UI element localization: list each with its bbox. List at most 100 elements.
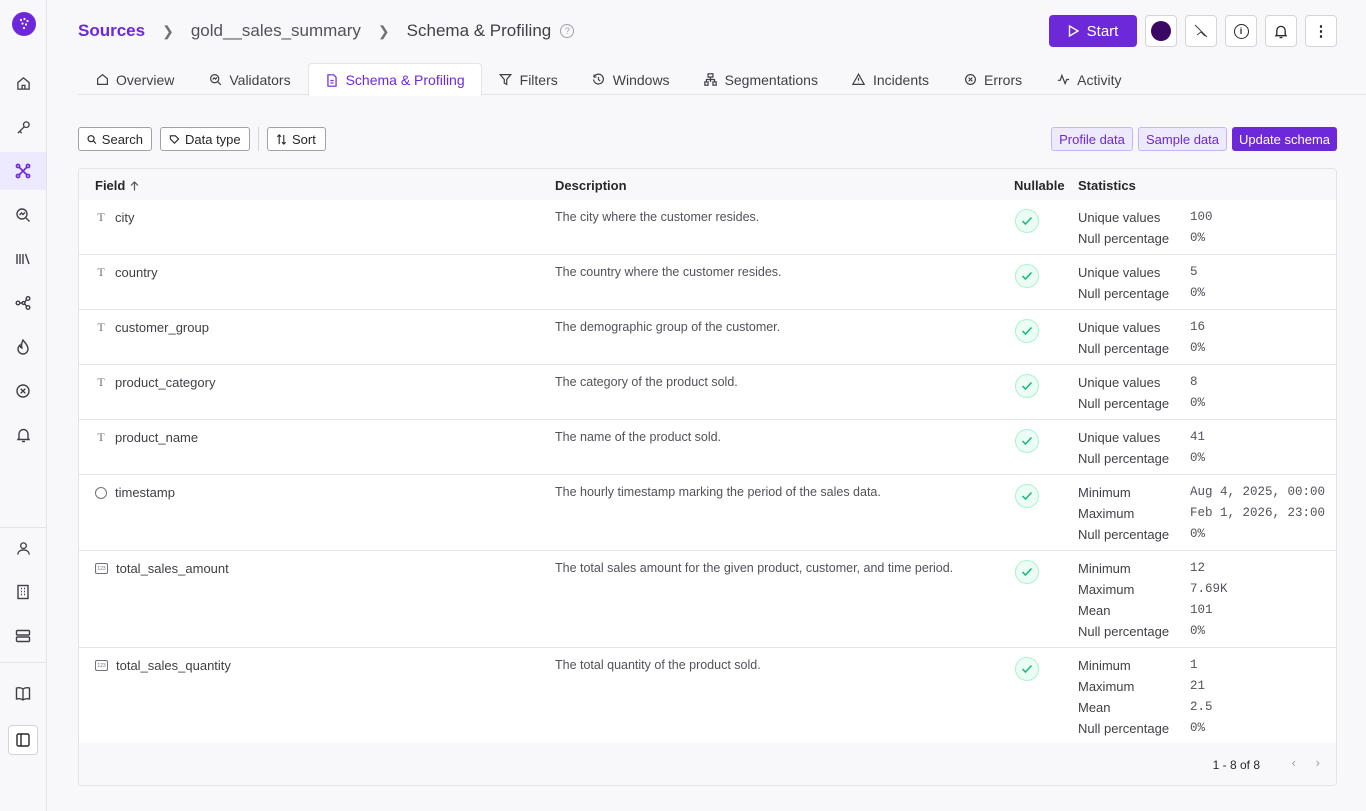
field-name: product_category [115,375,216,390]
search-button[interactable]: Search [78,127,152,151]
tab-windows[interactable]: Windows [575,63,687,95]
table-row[interactable]: Tcountry The country where the customer r… [79,255,1336,310]
tab-errors[interactable]: Errors [946,63,1039,95]
string-type-icon: T [97,430,105,444]
field-description: The city where the customer resides. [555,210,760,224]
table-header: Field Description Nullable Statistics [79,169,1336,201]
field-description: The hourly timestamp marking the period … [555,485,881,499]
validator-search-icon[interactable] [0,196,46,234]
start-button[interactable]: Start [1049,15,1137,47]
sidebar-toggle-icon[interactable] [8,725,38,755]
next-page-icon[interactable]: › [1316,755,1320,770]
table-row[interactable]: Tcity The city where the customer resides… [79,200,1336,255]
tab-overview[interactable]: Overview [78,63,191,95]
stat-value: 8 [1190,375,1198,389]
string-type-icon: T [97,375,105,389]
document-icon [325,73,339,87]
tab-incidents[interactable]: Incidents [835,63,946,95]
stat-label: Null percentage [1078,451,1170,466]
flame-icon[interactable] [0,328,46,366]
breadcrumb-source-link[interactable]: gold__sales_summary [191,21,361,41]
nullable-check-icon [1015,429,1039,453]
breadcrumb-sources-link[interactable]: Sources [78,21,145,41]
sample-data-button[interactable]: Sample data [1138,127,1227,151]
stat-value: 0% [1190,451,1206,465]
field-cell: 123 total_sales_quantity [95,658,231,673]
field-column-header[interactable]: Field [95,178,139,193]
nullable-check-icon [1015,484,1039,508]
tab-label: Filters [519,71,558,88]
table-row[interactable]: 123 total_sales_amount The total sales amo… [79,551,1336,648]
lineage-icon[interactable] [0,284,46,322]
more-menu-button[interactable]: ⋮ [1305,15,1337,47]
tab-label: Schema & Profiling [345,72,465,88]
library-icon[interactable] [0,240,46,278]
nullable-check-icon [1015,319,1039,343]
no-image-button[interactable] [1185,15,1217,47]
stat-value: 1 [1190,658,1198,672]
help-icon[interactable]: ? [560,24,575,38]
field-name: total_sales_amount [116,561,229,576]
table-row[interactable]: timestamp The hourly timestamp marking th… [79,475,1336,551]
stat-line: Minimum 12 [1078,561,1228,582]
server-icon[interactable] [0,617,46,655]
tab-activity[interactable]: Activity [1039,63,1138,95]
field-cell: Tproduct_name [95,430,198,445]
book-icon[interactable] [0,674,46,712]
warning-icon [852,73,866,87]
tab-segmentations[interactable]: Segmentations [687,63,835,95]
stat-label: Unique values [1078,320,1161,335]
data-type-filter-button[interactable]: Data type [160,127,250,151]
play-icon [1068,25,1079,37]
table-row[interactable]: Tproduct_category The category of the pro… [79,365,1336,420]
stat-line: Unique values 8 [1078,375,1205,396]
chevron-right-icon: ❯ [377,22,390,39]
key-icon[interactable] [0,108,46,146]
stat-line: Minimum Aug 4, 2025, 00:00 [1078,485,1325,506]
stat-value: 0% [1190,527,1206,541]
previous-page-icon[interactable]: ‹ [1292,755,1296,770]
app-logo[interactable] [12,12,36,36]
stat-label: Null percentage [1078,527,1170,542]
stat-line: Null percentage 0% [1078,624,1228,645]
bell-icon [1274,25,1288,38]
home-icon [95,73,109,87]
tab-schema-profiling[interactable]: Schema & Profiling [307,63,482,96]
table-row[interactable]: Tcustomer_group The demographic group of … [79,310,1336,365]
nullable-check-icon [1015,209,1039,233]
search-icon [87,134,97,144]
user-icon[interactable] [0,529,46,567]
stat-label: Unique values [1078,265,1161,280]
stat-value: Aug 4, 2025, 00:00 [1190,485,1326,499]
breadcrumb: Sources ❯ gold__sales_summary ❯ Schema &… [78,19,575,43]
home-icon[interactable] [0,64,46,102]
notifications-button[interactable] [1265,15,1297,47]
info-button[interactable]: i [1225,15,1257,47]
table-row[interactable]: Tproduct_name The name of the product sol… [79,420,1336,475]
stat-value: 0% [1190,341,1206,355]
stat-value: 2.5 [1190,700,1213,714]
error-circle-icon[interactable] [0,372,46,410]
sources-icon[interactable] [0,152,46,190]
sort-button[interactable]: Sort [267,127,326,151]
hierarchy-icon [704,73,718,87]
table-row[interactable]: 123 total_sales_quantity The total quantit… [79,648,1336,745]
stat-line: Null percentage 0% [1078,396,1205,417]
stat-value: 0% [1190,396,1206,410]
stat-line: Null percentage 0% [1078,451,1205,472]
tab-validators[interactable]: Validators [191,63,307,95]
tab-filters[interactable]: Filters [482,63,575,95]
bell-icon[interactable] [0,416,46,454]
more-vertical-icon: ⋮ [1313,23,1329,40]
avatar-button[interactable] [1145,15,1177,47]
update-schema-button[interactable]: Update schema [1232,127,1337,151]
table-footer: 1 - 8 of 8 ‹ › [79,743,1336,785]
field-description: The total quantity of the product sold. [555,658,761,672]
tab-label: Overview [116,71,175,88]
building-icon[interactable] [0,573,46,611]
profile-data-button[interactable]: Profile data [1051,127,1133,151]
tab-label: Segmentations [724,71,818,88]
nullable-check-icon [1015,560,1039,584]
field-cell: 123 total_sales_amount [95,561,229,576]
field-name: country [115,265,158,280]
